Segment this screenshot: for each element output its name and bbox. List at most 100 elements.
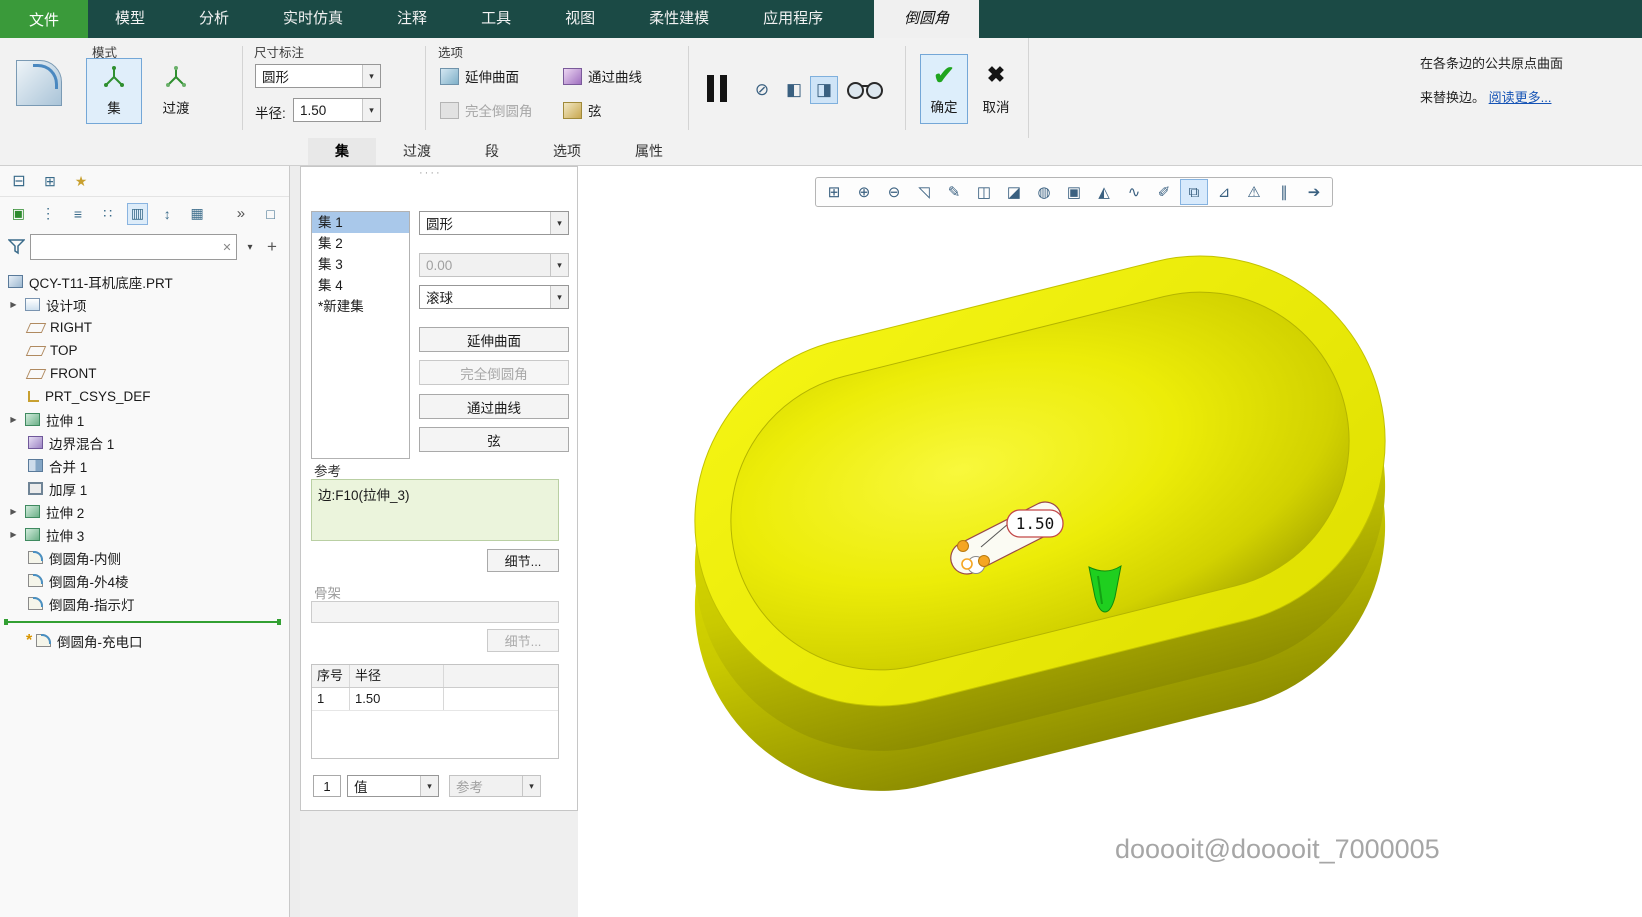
menu-tab-analysis[interactable]: 分析 bbox=[172, 0, 256, 38]
tree-item-extrude-1[interactable]: ▶ 拉伸 1 bbox=[0, 408, 289, 431]
favorites-icon[interactable]: ★ bbox=[70, 170, 92, 192]
resume-icon[interactable]: ➔ bbox=[1300, 179, 1328, 205]
menu-tab-view[interactable]: 视图 bbox=[538, 0, 622, 38]
folder-browser-icon[interactable]: ⊞ bbox=[39, 170, 61, 192]
expand-arrow-icon[interactable]: ▶ bbox=[8, 300, 19, 309]
menu-tab-tools[interactable]: 工具 bbox=[454, 0, 538, 38]
verify-glasses-icon[interactable] bbox=[846, 82, 884, 98]
set-item-new[interactable]: *新建集 bbox=[312, 296, 409, 317]
attached-preview-icon[interactable]: ◨ bbox=[810, 76, 838, 104]
display-style-icon[interactable]: ◫ bbox=[970, 179, 998, 205]
expand-arrow-icon[interactable]: ▶ bbox=[8, 507, 19, 516]
through-curve-button[interactable]: 通过曲线 bbox=[419, 394, 569, 419]
model-tree-toggle-icon[interactable]: ⊟ bbox=[8, 170, 30, 192]
tree-item-round-outer4[interactable]: 倒圆角-外4棱 bbox=[0, 569, 289, 592]
tree-columns-icon[interactable]: ▥ bbox=[127, 203, 148, 225]
reference-item[interactable]: 边:F10(拉伸_3) bbox=[318, 488, 410, 503]
chord-button[interactable]: 弦 bbox=[419, 427, 569, 452]
chevron-down-icon[interactable]: ▾ bbox=[362, 99, 380, 121]
zoom-window-icon[interactable]: ⊞ bbox=[820, 179, 848, 205]
tree-item-round-charging-port[interactable]: * 倒圆角-充电口 bbox=[0, 629, 289, 652]
tab-options[interactable]: 选项 bbox=[526, 138, 608, 165]
more-tools-chevrons[interactable]: » bbox=[230, 203, 251, 225]
tree-item-boundary-blend-1[interactable]: 边界混合 1 bbox=[0, 431, 289, 454]
kebab-menu-icon[interactable]: ⋮ bbox=[38, 203, 59, 225]
feature-preview-icon[interactable]: ◧ bbox=[780, 76, 808, 104]
sketch-display-icon[interactable]: ∿ bbox=[1120, 179, 1148, 205]
round-shape-select[interactable]: 圆形 ▾ bbox=[255, 64, 381, 88]
pause-small-icon[interactable]: ∥ bbox=[1270, 179, 1298, 205]
dimension-label[interactable]: 1.50 bbox=[1007, 510, 1063, 537]
datum-display-icon[interactable]: ⊿ bbox=[1210, 179, 1238, 205]
tree-item-extrude-3[interactable]: ▶ 拉伸 3 bbox=[0, 523, 289, 546]
tree-item-front-plane[interactable]: FRONT bbox=[0, 362, 289, 385]
add-filter-icon[interactable]: + bbox=[263, 236, 281, 258]
search-options-chevron[interactable]: ▾ bbox=[242, 236, 258, 258]
menu-tab-applications[interactable]: 应用程序 bbox=[736, 0, 850, 38]
reference-details-button[interactable]: 细节... bbox=[487, 549, 559, 572]
value-type-select[interactable]: 值 ▾ bbox=[347, 775, 439, 797]
tree-item-csys[interactable]: PRT_CSYS_DEF bbox=[0, 385, 289, 408]
menu-tab-model[interactable]: 模型 bbox=[88, 0, 172, 38]
tree-item-part-root[interactable]: QCY-T11-耳机底座.PRT bbox=[0, 270, 289, 293]
tree-table-icon[interactable]: ▦ bbox=[187, 203, 208, 225]
menu-tab-live-simulation[interactable]: 实时仿真 bbox=[256, 0, 370, 38]
menu-file-button[interactable]: 文件 bbox=[0, 0, 88, 38]
selection-filter-icon[interactable]: ⧉ bbox=[1180, 179, 1208, 205]
render-style-icon[interactable]: ◭ bbox=[1090, 179, 1118, 205]
3d-viewport[interactable]: 1.50 dooooit@dooooit_7000005 bbox=[578, 166, 1642, 917]
tree-item-round-indicator[interactable]: 倒圆角-指示灯 bbox=[0, 592, 289, 615]
chevron-down-icon[interactable]: ▾ bbox=[362, 65, 380, 87]
extend-surface-option[interactable]: 延伸曲面 bbox=[440, 66, 519, 86]
appearance-icon[interactable]: ◍ bbox=[1030, 179, 1058, 205]
creation-method-select[interactable]: 滚球 ▾ bbox=[419, 285, 569, 309]
chord-option[interactable]: 弦 bbox=[563, 100, 602, 120]
section-shape-select[interactable]: 圆形 ▾ bbox=[419, 211, 569, 235]
drag-handle-ring[interactable] bbox=[962, 559, 972, 569]
extend-surface-button[interactable]: 延伸曲面 bbox=[419, 327, 569, 352]
page-icon[interactable]: □ bbox=[260, 203, 281, 225]
list-view-icon[interactable]: ≡ bbox=[68, 203, 89, 225]
set-item-1[interactable]: 集 1 bbox=[312, 212, 409, 233]
menu-tab-round-contextual[interactable]: 倒圆角 bbox=[874, 0, 979, 38]
zoom-in-icon[interactable]: ⊕ bbox=[850, 179, 878, 205]
detail-list-icon[interactable]: ∷ bbox=[97, 203, 118, 225]
section-view-icon[interactable]: ◪ bbox=[1000, 179, 1028, 205]
radius-row[interactable]: 1 1.50 bbox=[312, 688, 558, 711]
repaint-icon[interactable]: ✎ bbox=[940, 179, 968, 205]
mode-sets-button[interactable]: 集 bbox=[86, 58, 142, 124]
panel-drag-handle[interactable]: ···· bbox=[419, 167, 442, 179]
capture-icon[interactable]: ▣ bbox=[1060, 179, 1088, 205]
warning-icon[interactable]: ⚠ bbox=[1240, 179, 1268, 205]
through-curve-option[interactable]: 通过曲线 bbox=[563, 66, 642, 86]
menu-tab-flexible-modeling[interactable]: 柔性建模 bbox=[622, 0, 736, 38]
set-item-3[interactable]: 集 3 bbox=[312, 254, 409, 275]
tree-item-design-items[interactable]: ▶ 设计项 bbox=[0, 293, 289, 316]
set-item-4[interactable]: 集 4 bbox=[312, 275, 409, 296]
tab-transitions[interactable]: 过渡 bbox=[376, 138, 458, 165]
tree-item-extrude-2[interactable]: ▶ 拉伸 2 bbox=[0, 500, 289, 523]
tree-item-right-plane[interactable]: RIGHT bbox=[0, 316, 289, 339]
cancel-button[interactable]: ✖ 取消 bbox=[972, 54, 1020, 124]
read-more-link[interactable]: 阅读更多... bbox=[1489, 88, 1552, 108]
tree-item-round-inner[interactable]: 倒圆角-内侧 bbox=[0, 546, 289, 569]
tree-search-input[interactable] bbox=[31, 237, 218, 257]
tab-sets[interactable]: 集 bbox=[308, 138, 376, 165]
chevron-down-icon[interactable]: ▾ bbox=[550, 286, 568, 308]
graphics-area[interactable]: ⊞ ⊕ ⊖ ◹ ✎ ◫ ◪ ◍ ▣ ◭ ∿ ✐ ⧉ ⊿ ⚠ ∥ ➔ bbox=[578, 166, 1642, 917]
tab-pieces[interactable]: 段 bbox=[458, 138, 526, 165]
no-preview-icon[interactable]: ⊘ bbox=[748, 76, 776, 104]
tree-item-thicken-1[interactable]: 加厚 1 bbox=[0, 477, 289, 500]
insertion-locator[interactable] bbox=[4, 621, 281, 623]
tree-settings-icon[interactable]: ▣ bbox=[8, 203, 29, 225]
chevron-down-icon[interactable]: ▾ bbox=[550, 212, 568, 234]
filter-funnel-icon[interactable] bbox=[8, 239, 25, 255]
clear-search-icon[interactable]: ✕ bbox=[218, 241, 236, 254]
pause-button[interactable] bbox=[698, 68, 736, 108]
drag-handle[interactable] bbox=[958, 541, 969, 552]
tree-item-merge-1[interactable]: 合并 1 bbox=[0, 454, 289, 477]
tree-item-top-plane[interactable]: TOP bbox=[0, 339, 289, 362]
radius-combobox[interactable]: 1.50 ▾ bbox=[293, 98, 381, 122]
menu-tab-annotate[interactable]: 注释 bbox=[370, 0, 454, 38]
chevron-down-icon[interactable]: ▾ bbox=[420, 776, 438, 796]
